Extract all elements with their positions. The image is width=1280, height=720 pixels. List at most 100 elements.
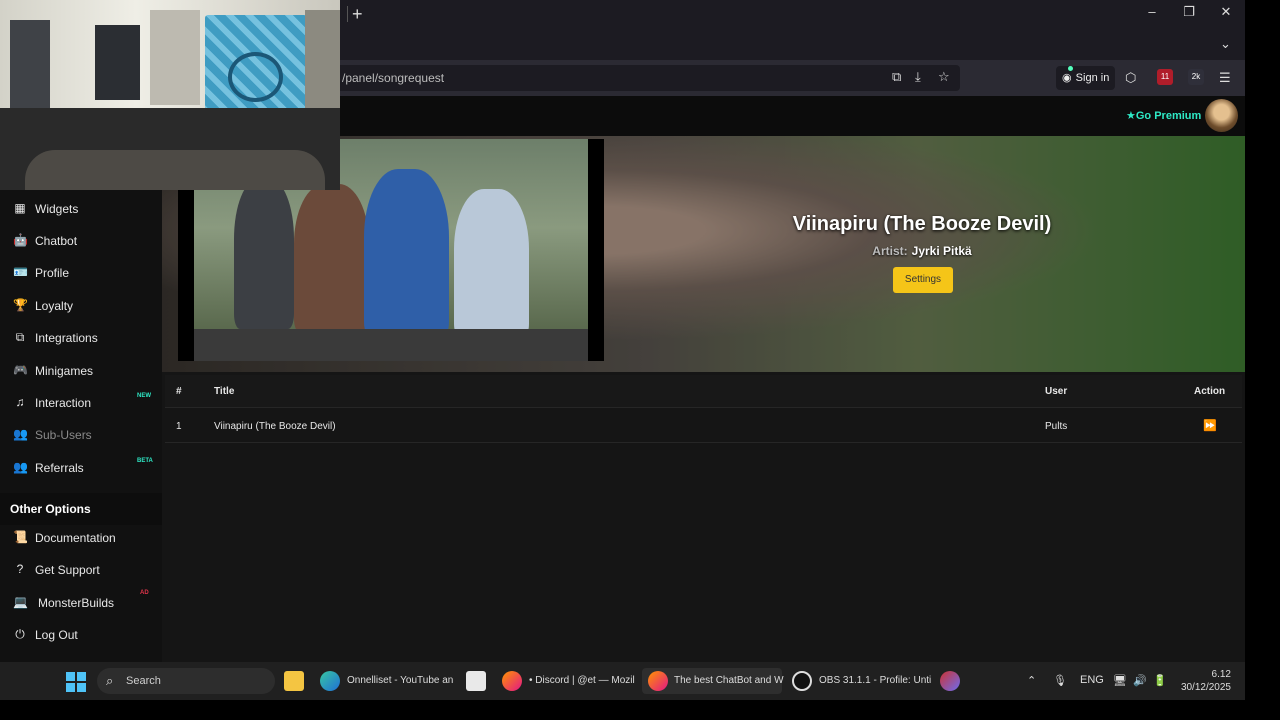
sidebar-item-get-support[interactable]: ? Get Support bbox=[0, 554, 162, 586]
store-icon bbox=[466, 671, 486, 691]
sidebar-item-label: Referrals bbox=[35, 461, 84, 475]
windows-start-icon[interactable] bbox=[66, 672, 86, 692]
sign-in-label: Sign in bbox=[1075, 72, 1110, 84]
sidebar-item-interaction[interactable]: ♫ Interaction NEW bbox=[0, 387, 162, 419]
sidebar-item-label: Integrations bbox=[35, 331, 98, 345]
volume-icon[interactable]: 🔊 bbox=[1133, 674, 1147, 687]
search-icon: ⌕ bbox=[106, 673, 114, 688]
extension-badge-icon[interactable]: 11 bbox=[1157, 69, 1173, 85]
other-options-label: Other Options bbox=[10, 502, 91, 516]
extensions-icon[interactable]: ⬡ bbox=[1125, 70, 1136, 86]
taskbar-app-obs[interactable]: OBS 31.1.1 - Profile: Unti bbox=[792, 668, 932, 694]
sidebar-item-label: Sub-Users bbox=[35, 428, 92, 442]
close-window-button[interactable]: ✕ bbox=[1216, 4, 1236, 20]
row-title: Viinapiru (The Booze Devil) bbox=[214, 421, 336, 432]
bookmark-star-icon[interactable]: ☆ bbox=[938, 69, 950, 85]
users-icon: 👥 bbox=[13, 427, 28, 441]
widgets-icon: ▦ bbox=[14, 201, 26, 215]
ad-badge: AD bbox=[140, 590, 149, 596]
sidebar-item-integrations[interactable]: ⧉ Integrations bbox=[0, 322, 162, 354]
menu-icon[interactable]: ☰ bbox=[1219, 70, 1231, 86]
clock-date: 30/12/2025 bbox=[1180, 682, 1231, 693]
extension-counter-icon[interactable]: 2k bbox=[1188, 69, 1204, 85]
language-indicator[interactable]: ENG bbox=[1080, 674, 1104, 686]
install-app-icon[interactable]: ⤓ bbox=[915, 69, 921, 85]
taskbar-app-label: OBS 31.1.1 - Profile: Unti bbox=[819, 675, 932, 686]
user-group-icon: 👥 bbox=[13, 460, 28, 474]
sidebar-item-widgets[interactable]: ▦ Widgets bbox=[0, 193, 162, 225]
music-icon: ♫ bbox=[15, 395, 25, 409]
sidebar-item-documentation[interactable]: 📜 Documentation bbox=[0, 522, 162, 554]
sidebar-item-label: Documentation bbox=[35, 531, 116, 545]
webcam-overlay bbox=[0, 0, 340, 190]
battery-icon[interactable]: 🔋 bbox=[1153, 674, 1167, 687]
network-icon[interactable]: 🖥 bbox=[1113, 674, 1127, 687]
screen-border-bottom bbox=[0, 700, 1280, 720]
table-header: # Title User Action bbox=[165, 375, 1242, 408]
sidebar-item-label: Widgets bbox=[35, 202, 79, 216]
file-explorer-button[interactable] bbox=[284, 668, 306, 694]
go-premium-label: Go Premium bbox=[1135, 110, 1202, 122]
sidebar-item-label: Minigames bbox=[35, 364, 94, 378]
avatar[interactable] bbox=[1205, 99, 1238, 132]
account-icon: ◉ bbox=[1062, 72, 1072, 84]
screen-border-right bbox=[1245, 0, 1280, 720]
chevron-up-icon[interactable]: ⌃ bbox=[1027, 674, 1036, 687]
sign-in-button[interactable]: ◉ Sign in bbox=[1056, 66, 1116, 90]
picture-in-picture-icon[interactable]: ⧉ bbox=[892, 69, 901, 85]
new-tab-button[interactable]: + bbox=[352, 4, 363, 25]
gamepad-icon: 🎮 bbox=[13, 363, 28, 377]
id-card-icon: 🪪 bbox=[13, 265, 28, 279]
screen: + – ❐ ✕ ⌄ /panel/songrequest ⧉ ⤓ ☆ ◉ Sig… bbox=[0, 0, 1245, 662]
beta-badge: BETA bbox=[137, 458, 153, 464]
go-premium-link[interactable]: ★Go Premium bbox=[1126, 109, 1201, 122]
sidebar-item-label: Log Out bbox=[35, 628, 78, 642]
sidebar-item-monsterbuilds[interactable]: 💻 MonsterBuilds AD bbox=[0, 587, 162, 619]
folder-icon bbox=[284, 671, 304, 691]
sidebar-item-loyalty[interactable]: 🏆 Loyalty bbox=[0, 290, 162, 322]
taskbar-app-label: Onnelliset - YouTube an bbox=[347, 675, 454, 686]
sidebar-item-profile[interactable]: 🪪 Profile bbox=[0, 257, 162, 289]
url-text[interactable]: /panel/songrequest bbox=[342, 71, 444, 85]
taskbar-search[interactable]: ⌕ Search bbox=[97, 668, 275, 694]
taskbar-app-firefox-discord[interactable]: • Discord | @et — Mozil bbox=[502, 668, 642, 694]
store-button[interactable] bbox=[466, 668, 488, 694]
logout-icon: ⏻ bbox=[15, 627, 25, 641]
new-badge: NEW bbox=[137, 393, 151, 399]
system-clock[interactable]: 6.12 30/12/2025 bbox=[1178, 668, 1231, 694]
url-bar[interactable]: /panel/songrequest ⧉ ⤓ ☆ bbox=[330, 65, 960, 91]
firefox-icon bbox=[648, 671, 668, 691]
scroll-icon: 📜 bbox=[13, 530, 28, 544]
sidebar-item-minigames[interactable]: 🎮 Minigames bbox=[0, 355, 162, 387]
taskbar-app-extra[interactable] bbox=[940, 668, 962, 694]
sidebar-item-label: Profile bbox=[35, 266, 70, 280]
question-icon: ? bbox=[16, 562, 24, 576]
settings-button[interactable]: Settings bbox=[893, 267, 953, 293]
column-header-number: # bbox=[176, 386, 182, 397]
plug-icon: ⧉ bbox=[15, 330, 25, 344]
table-row: 1 Viinapiru (The Booze Devil) Pults ⏩ bbox=[165, 408, 1242, 443]
list-all-tabs-button[interactable]: ⌄ bbox=[1220, 36, 1231, 52]
column-header-title: Title bbox=[214, 386, 235, 397]
microphone-icon[interactable]: 🎙 bbox=[1053, 674, 1067, 687]
clock-time: 6.12 bbox=[1211, 669, 1231, 680]
skip-forward-icon[interactable]: ⏩ bbox=[1203, 419, 1217, 432]
maximize-button[interactable]: ❐ bbox=[1179, 4, 1199, 20]
star-icon: ★ bbox=[1126, 110, 1136, 122]
sidebar-item-label: MonsterBuilds bbox=[38, 596, 115, 610]
sidebar-item-chatbot[interactable]: 🤖 Chatbot bbox=[0, 225, 162, 257]
sidebar-item-sub-users[interactable]: 👥 Sub-Users bbox=[0, 419, 162, 451]
minimize-button[interactable]: – bbox=[1142, 4, 1162, 19]
taskbar-app-edge[interactable]: Onnelliset - YouTube an bbox=[320, 668, 460, 694]
obs-icon bbox=[792, 671, 812, 691]
trophy-icon: 🏆 bbox=[13, 298, 28, 312]
taskbar-app-label: • Discord | @et — Mozil bbox=[529, 675, 635, 686]
song-queue-table: # Title User Action 1 Viinapiru (The Boo… bbox=[165, 375, 1242, 443]
app-icon bbox=[940, 671, 960, 691]
row-user: Pults bbox=[1045, 421, 1068, 432]
sidebar-item-log-out[interactable]: ⏻ Log Out bbox=[0, 619, 162, 651]
row-number: 1 bbox=[176, 421, 182, 432]
taskbar-app-firefox-chatbot[interactable]: The best ChatBot and W bbox=[642, 668, 784, 694]
sidebar-item-referrals[interactable]: 👥 Referrals BETA bbox=[0, 452, 162, 484]
sidebar-item-label: Chatbot bbox=[35, 234, 78, 248]
